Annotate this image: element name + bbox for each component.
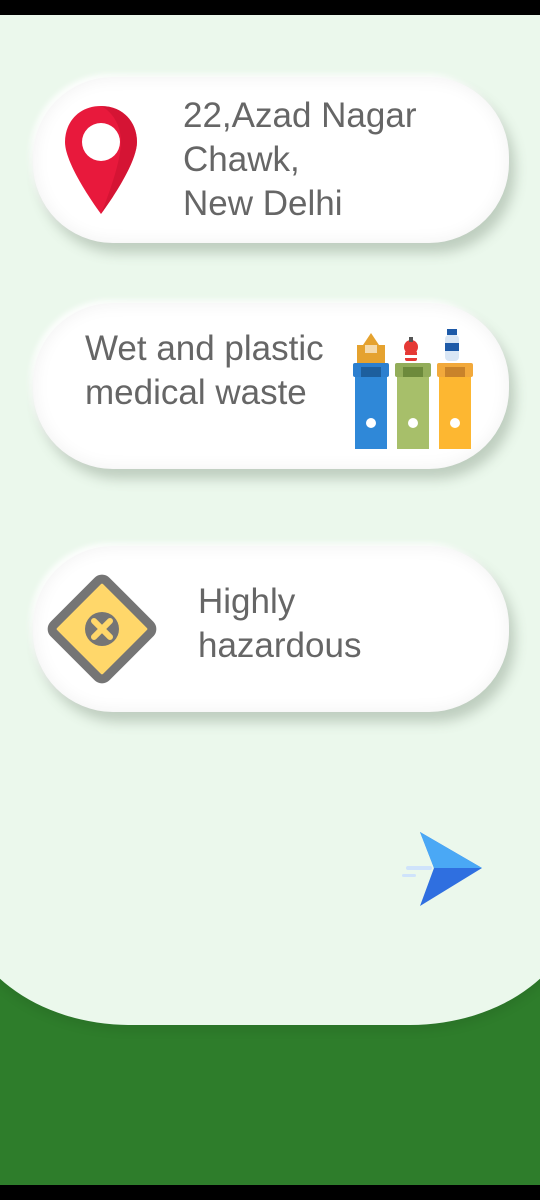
waste-type-card[interactable]: Wet and plastic medical waste [33,303,509,469]
status-bar [0,0,540,15]
location-address: 22,Azad Nagar Chawk, New Delhi [183,96,417,223]
waste-type-label: Wet and plastic medical waste [85,329,324,412]
location-card[interactable]: 22,Azad Nagar Chawk, New Delhi [33,77,509,243]
recycle-bins-icon [353,329,473,449]
app-screen: 22,Azad Nagar Chawk, New Delhi Wet and p… [0,15,540,1185]
hazard-sign-icon [47,574,157,684]
hazard-level-card[interactable]: Highly hazardous [33,546,509,712]
hazard-level-label: Highly hazardous [198,582,362,665]
location-pin-icon [65,106,137,214]
navigation-bar [0,1185,540,1200]
send-icon[interactable] [400,830,484,910]
